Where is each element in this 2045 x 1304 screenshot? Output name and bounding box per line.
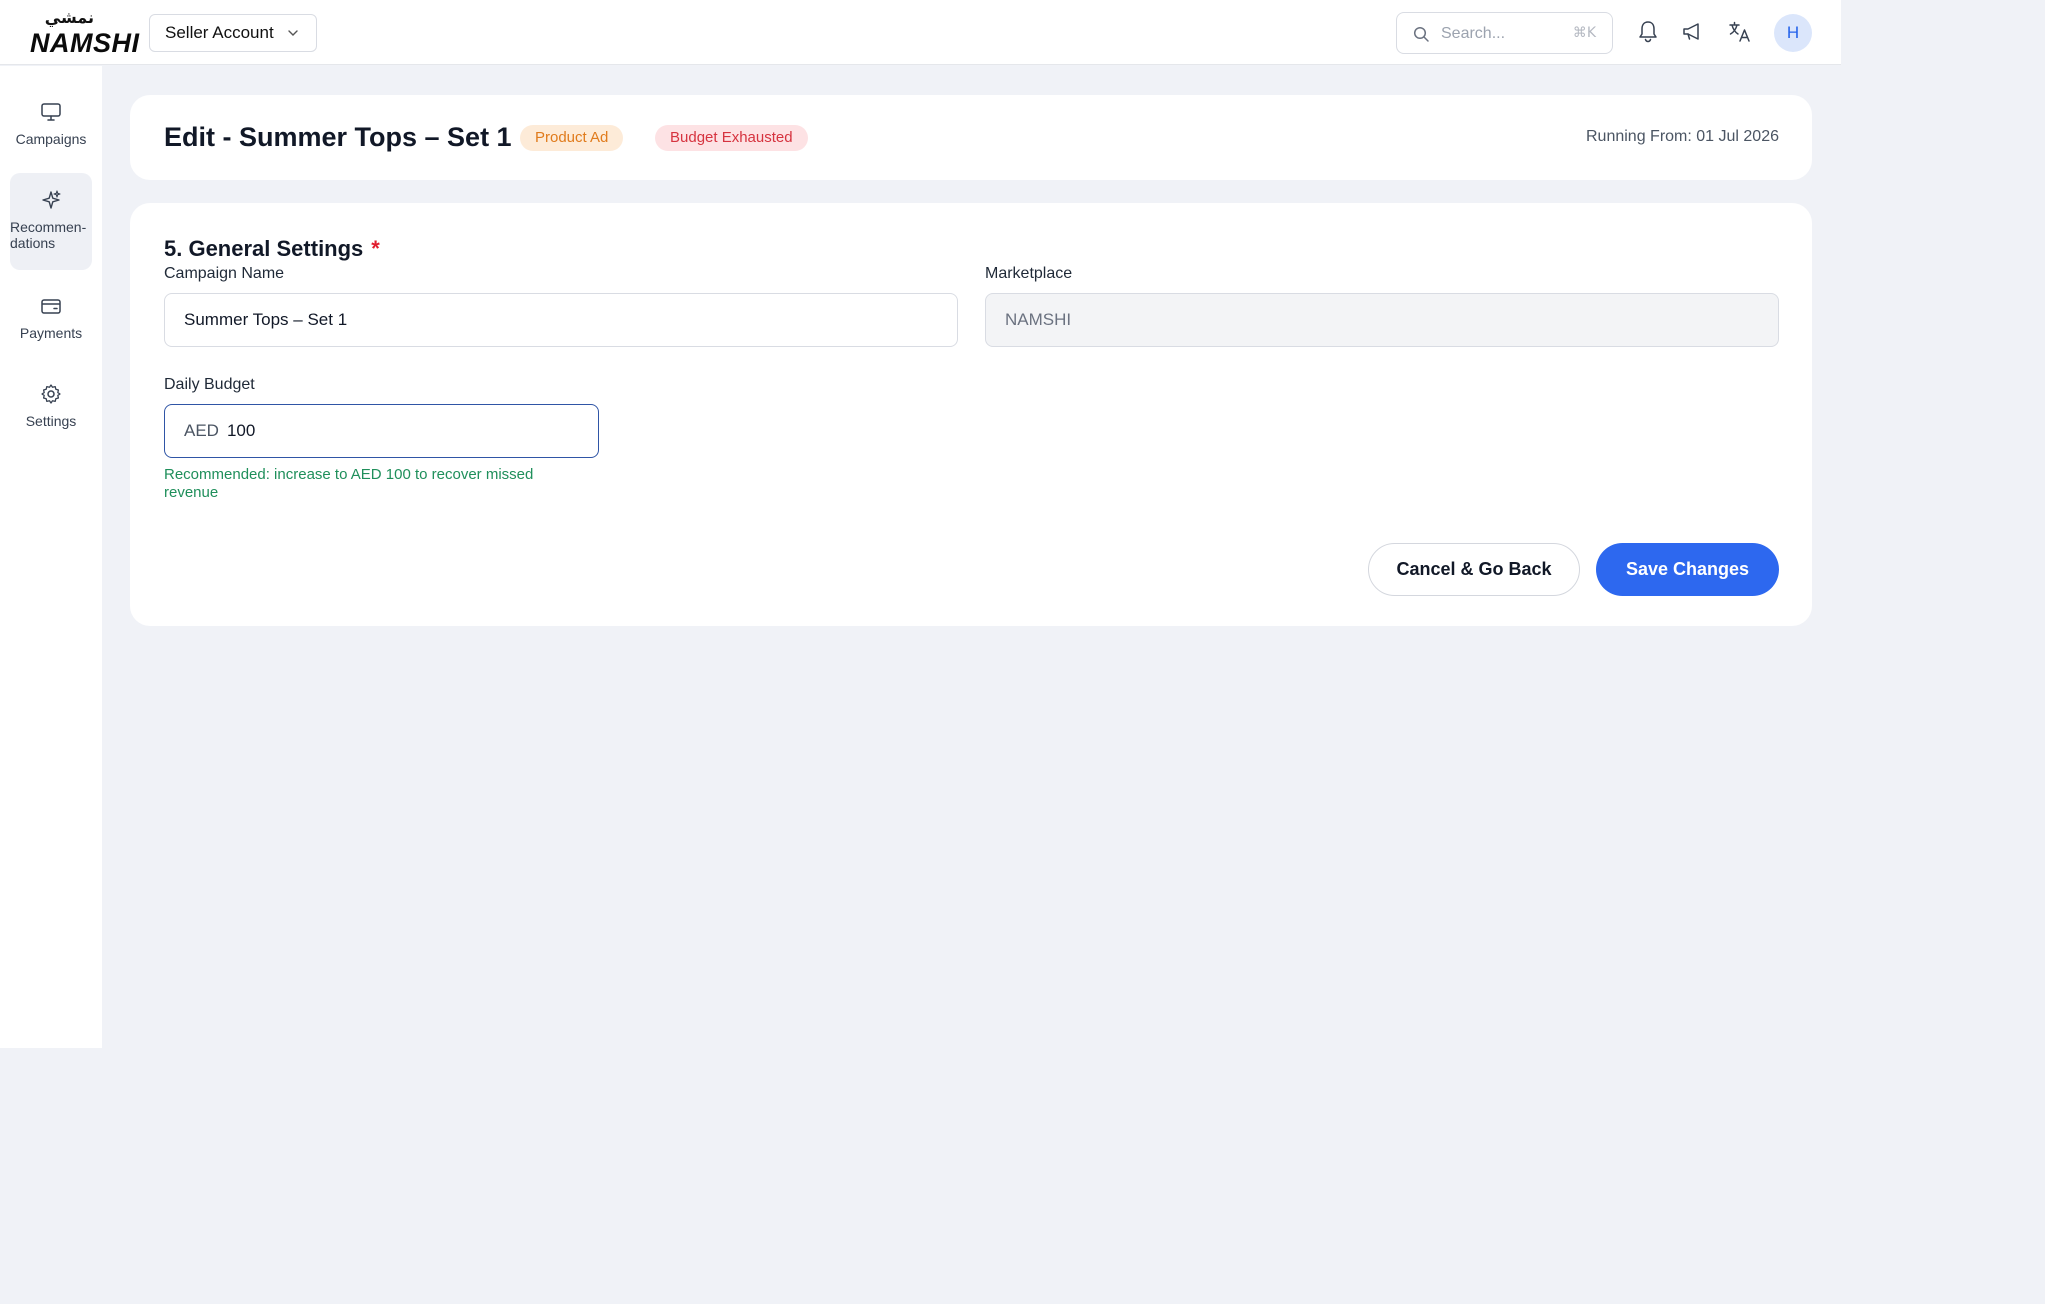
status-badge: Budget Exhausted [655,125,808,151]
general-settings-card: 5. General Settings * Campaign Name Summe… [130,203,1812,626]
campaign-name-input[interactable]: Summer Tops – Set 1 [164,293,958,347]
seller-account-dropdown[interactable]: Seller Account [149,14,317,52]
namshi-logo[interactable]: نمشي NAMSHI [30,8,139,58]
logo-arabic-text: نمشي [44,8,94,27]
gear-icon [41,384,61,404]
sidebar: Campaigns Recommen-dations Payments Sett… [0,66,102,1048]
daily-budget-value: 100 [226,421,256,440]
wallet-icon [41,299,61,314]
marketplace-input: NAMSHI [985,293,1779,347]
currency-prefix: AED [184,421,219,440]
user-avatar[interactable]: H [1774,14,1812,52]
daily-budget-label: Daily Budget [164,376,255,393]
campaign-title-card: Edit - Summer Tops – Set 1 Product Ad Bu… [130,95,1812,180]
search-shortcut-hint: ⌘K [1572,25,1596,41]
section-title: 5. General Settings * [164,236,380,262]
sidebar-item-campaigns[interactable]: Campaigns [10,100,92,162]
search-icon [1413,26,1429,42]
save-changes-button[interactable]: Save Changes [1596,543,1779,596]
top-bar: نمشي NAMSHI Seller Account ⌘K H [0,0,1841,65]
chevron-down-icon [288,30,298,36]
required-asterisk: * [371,236,380,261]
logo-english-text: NAMSHI [30,28,140,58]
daily-budget-input[interactable]: AED 100 [164,404,599,458]
section-title-text: 5. General Settings [164,236,364,261]
sidebar-item-settings[interactable]: Settings [10,382,92,444]
page-title: Edit - Summer Tops – Set 1 [164,122,512,152]
sparkle-icon [42,190,61,209]
cancel-go-back-button[interactable]: Cancel & Go Back [1368,543,1580,596]
search-input[interactable] [1441,22,1561,46]
sidebar-item-payments[interactable]: Payments [10,294,92,356]
sidebar-item-label: Settings [25,413,77,429]
sidebar-item-label: Recommen-dations [10,219,87,251]
marketplace-label: Marketplace [985,265,1073,282]
megaphone-icon[interactable] [1680,19,1706,45]
seller-account-label: Seller Account [165,23,274,42]
campaign-name-label: Campaign Name [164,265,285,282]
budget-recommendation-hint: Recommended: increase to AED 100 to reco… [164,466,534,501]
monitor-icon [41,103,61,121]
sidebar-item-label: Payments [19,325,83,341]
sidebar-item-recommendations[interactable]: Recommen-dations [10,173,92,270]
sidebar-item-label: Campaigns [15,131,87,147]
ad-type-badge: Product Ad [520,125,624,151]
bell-icon[interactable] [1635,19,1661,45]
search-box[interactable]: ⌘K [1396,12,1613,54]
running-from-date: Running From: 01 Jul 2026 [1586,128,1779,145]
translate-icon[interactable] [1727,19,1753,45]
